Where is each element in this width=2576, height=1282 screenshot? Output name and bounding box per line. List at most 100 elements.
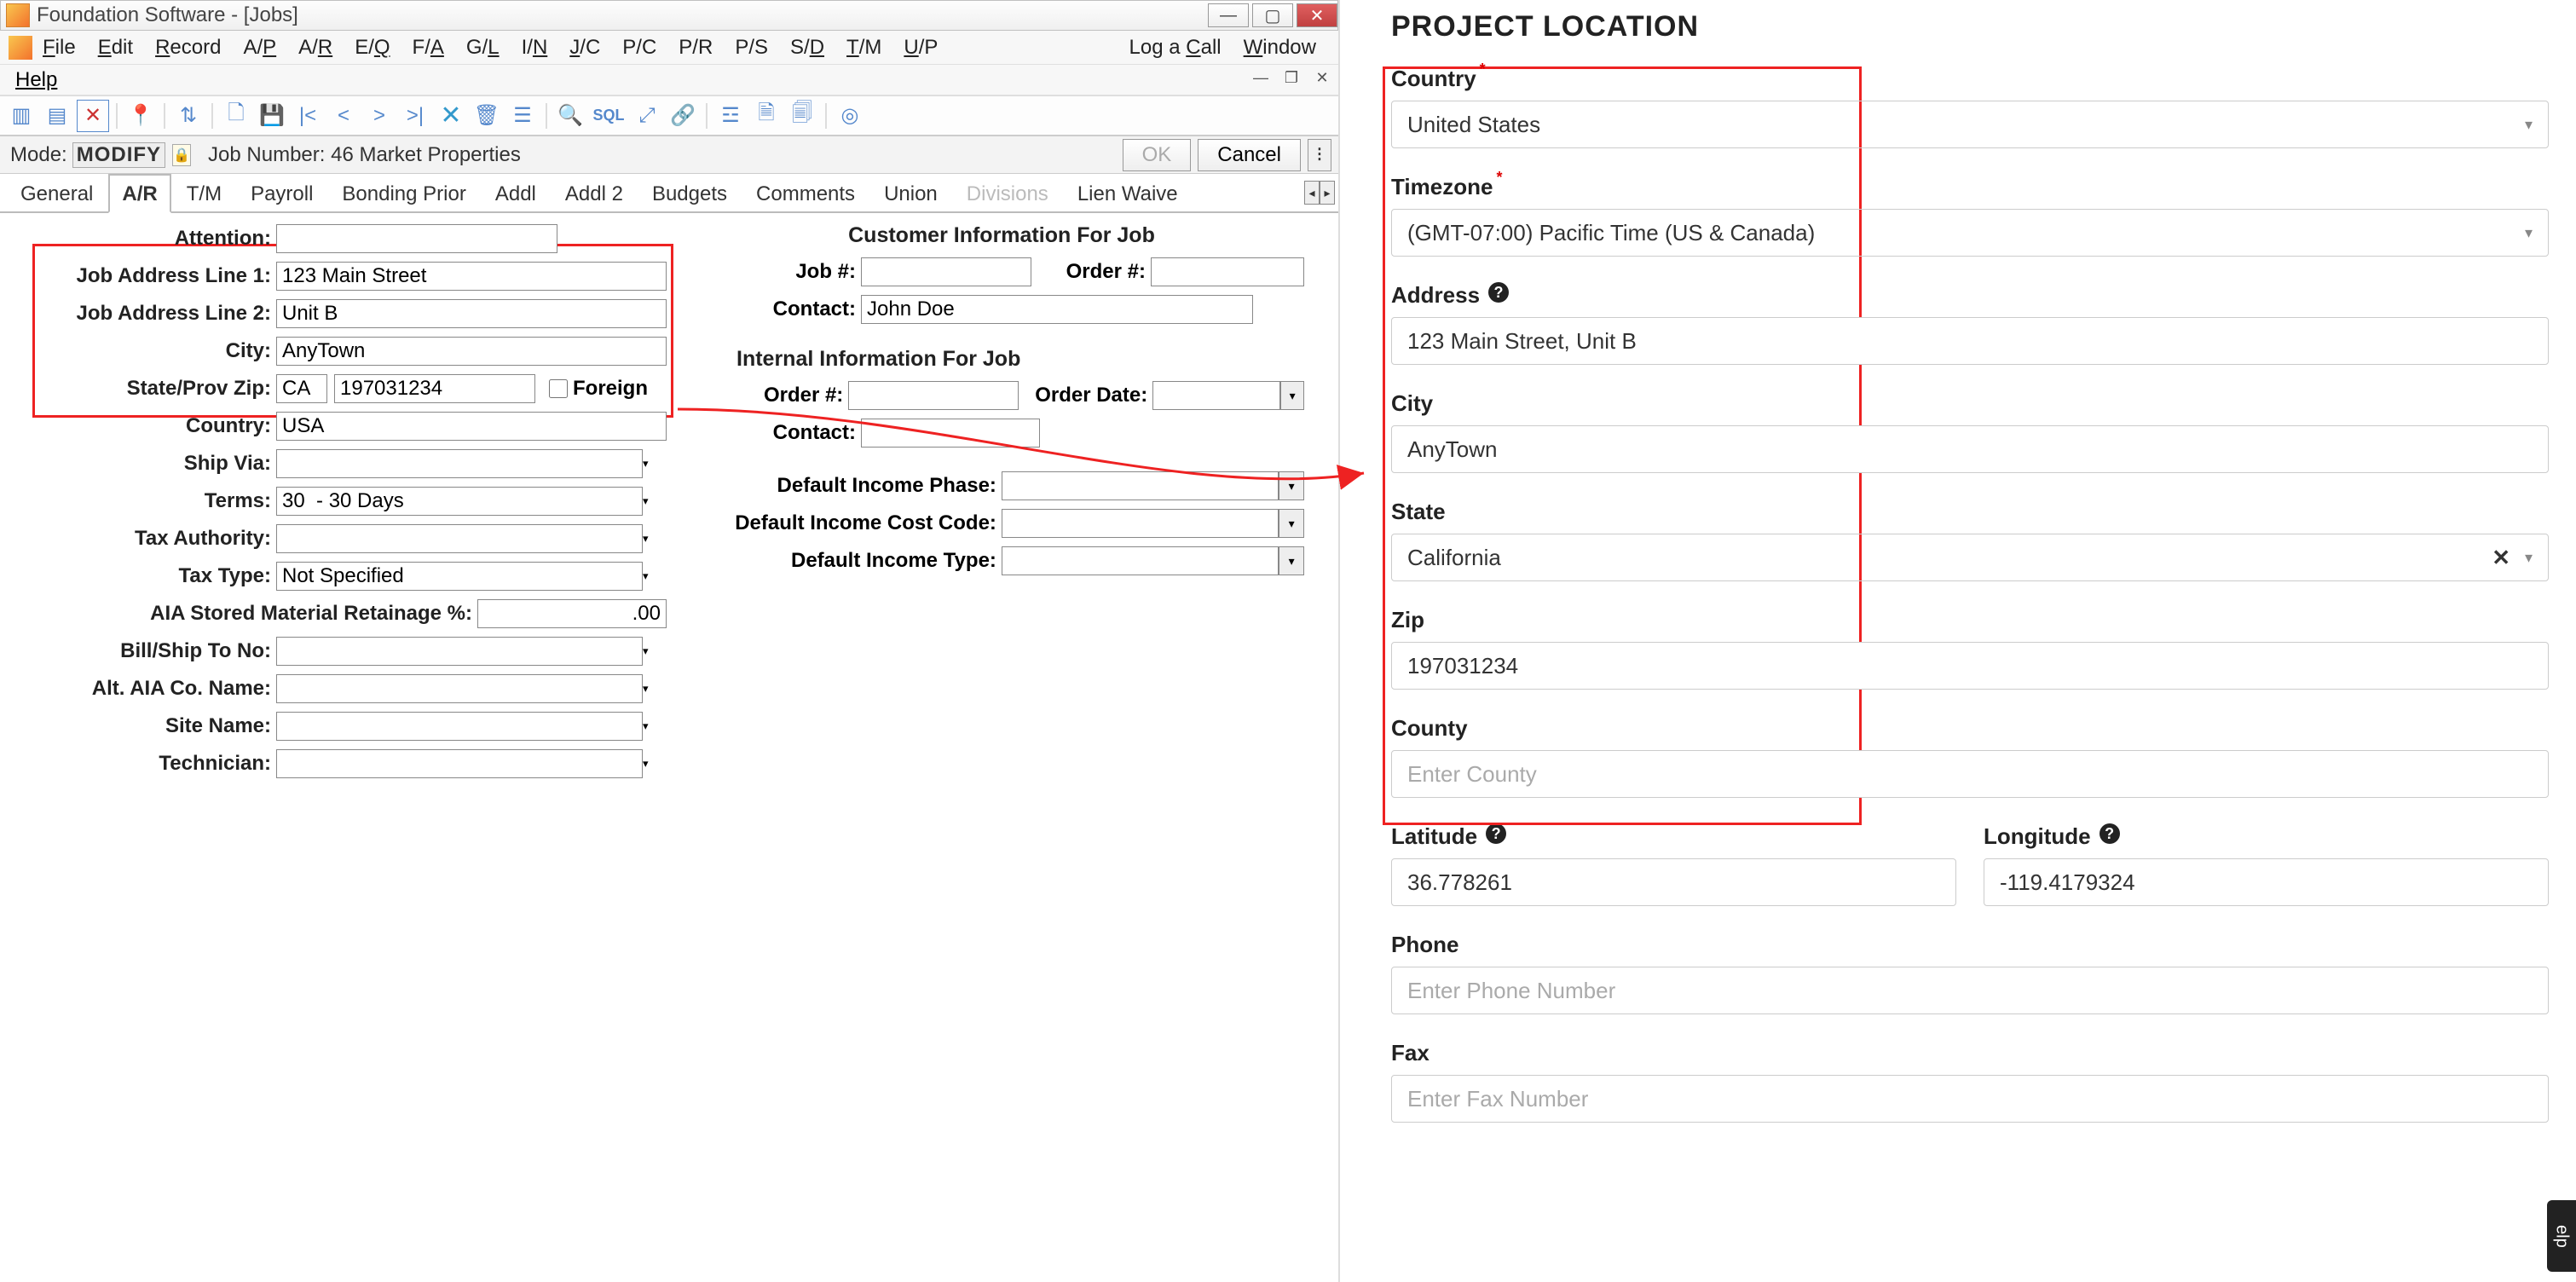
help-icon[interactable]: ?: [1486, 823, 1506, 844]
state-input[interactable]: [276, 374, 327, 403]
technician-dropdown-icon[interactable]: ▾: [643, 757, 649, 771]
help-side-tab[interactable]: elp: [2547, 1200, 2576, 1272]
tab-addl[interactable]: Addl: [482, 174, 550, 211]
menu-tm[interactable]: T/M: [846, 36, 881, 60]
tb-doc-icon[interactable]: 🗎: [750, 100, 783, 132]
int-ordernum-input[interactable]: [848, 381, 1019, 410]
tab-lien[interactable]: Lien Waive: [1064, 174, 1192, 211]
taxauth-input[interactable]: [276, 524, 643, 553]
tb-sql-button[interactable]: SQL: [590, 100, 627, 132]
child-restore-icon[interactable]: ❐: [1280, 68, 1302, 87]
address-input[interactable]: [1391, 317, 2549, 365]
fax-input[interactable]: [1391, 1075, 2549, 1123]
menu-in[interactable]: I/N: [522, 36, 548, 60]
billship-dropdown-icon[interactable]: ▾: [643, 644, 649, 658]
zip-input[interactable]: [334, 374, 535, 403]
orderdate-input[interactable]: [1152, 381, 1280, 410]
sitename-dropdown-icon[interactable]: ▾: [643, 719, 649, 733]
menu-file[interactable]: File: [43, 36, 76, 60]
menu-record[interactable]: Record: [155, 36, 221, 60]
tb-first-icon[interactable]: |<: [292, 100, 324, 132]
tab-general[interactable]: General: [7, 174, 107, 211]
tb-new-icon[interactable]: 🗋: [220, 100, 252, 132]
ordernum-input[interactable]: [1151, 257, 1304, 286]
tab-union[interactable]: Union: [870, 174, 951, 211]
di-phase-input[interactable]: [1002, 471, 1279, 500]
city-input[interactable]: [276, 337, 667, 366]
tb-trash-icon[interactable]: 🗑: [471, 100, 503, 132]
tab-budgets[interactable]: Budgets: [638, 174, 741, 211]
minimize-button[interactable]: —: [1208, 3, 1249, 27]
taxtype-dropdown-icon[interactable]: ▾: [643, 569, 649, 583]
terms-dropdown-icon[interactable]: ▾: [643, 494, 649, 508]
ok-button[interactable]: OK: [1123, 139, 1192, 171]
terms-input[interactable]: [276, 487, 643, 516]
shipvia-input[interactable]: [276, 449, 643, 478]
tb-doc2-icon[interactable]: 🗐: [786, 100, 818, 132]
cancel-button[interactable]: Cancel: [1198, 139, 1301, 171]
maximize-button[interactable]: ▢: [1252, 3, 1293, 27]
tb-delete-x-icon[interactable]: ✕: [435, 100, 467, 132]
tb-listview-icon[interactable]: ☲: [714, 100, 747, 132]
menu-ap[interactable]: A/P: [243, 36, 276, 60]
di-type-input[interactable]: [1002, 546, 1279, 575]
menu-edit[interactable]: Edit: [98, 36, 133, 60]
help-icon[interactable]: ?: [1488, 282, 1509, 303]
child-close-icon[interactable]: ✕: [1311, 68, 1333, 87]
menu-eq[interactable]: E/Q: [355, 36, 390, 60]
taxtype-input[interactable]: [276, 562, 643, 591]
tb-shrink-icon[interactable]: ⤢: [631, 100, 663, 132]
aia-input[interactable]: [477, 599, 667, 628]
tb-book-icon[interactable]: ▤: [41, 100, 73, 132]
county-input[interactable]: [1391, 750, 2549, 798]
tab-scroll-left-icon[interactable]: ◂: [1304, 181, 1320, 205]
tb-pin-icon[interactable]: 📍: [124, 100, 157, 132]
city-input[interactable]: [1391, 425, 2549, 473]
tb-last-icon[interactable]: >|: [399, 100, 431, 132]
clear-icon[interactable]: ✕: [2492, 545, 2510, 571]
phone-input[interactable]: [1391, 967, 2549, 1014]
taxauth-dropdown-icon[interactable]: ▾: [643, 532, 649, 546]
tb-prev-icon[interactable]: <: [327, 100, 360, 132]
tb-attach-icon[interactable]: 🔗: [667, 100, 699, 132]
tab-addl2[interactable]: Addl 2: [552, 174, 637, 211]
more-button[interactable]: ⁝: [1308, 139, 1331, 171]
longitude-input[interactable]: [1984, 858, 2549, 906]
billship-input[interactable]: [276, 637, 643, 666]
technician-input[interactable]: [276, 749, 643, 778]
menu-gl[interactable]: G/L: [466, 36, 500, 60]
menu-window[interactable]: Window: [1244, 36, 1316, 60]
tb-hierarchy-icon[interactable]: ⇅: [172, 100, 205, 132]
country-input[interactable]: [276, 412, 667, 441]
tab-ar[interactable]: A/R: [108, 174, 170, 213]
menu-ar[interactable]: A/R: [298, 36, 332, 60]
tb-next-icon[interactable]: >: [363, 100, 396, 132]
shipvia-dropdown-icon[interactable]: ▾: [643, 457, 649, 471]
menu-jc[interactable]: J/C: [569, 36, 600, 60]
tb-save-icon[interactable]: 💾: [256, 100, 288, 132]
child-minimize-icon[interactable]: —: [1250, 68, 1272, 87]
addr1-input[interactable]: [276, 262, 667, 291]
tab-tm[interactable]: T/M: [173, 174, 235, 211]
menu-help[interactable]: Help: [15, 68, 57, 92]
menu-up[interactable]: U/P: [904, 36, 938, 60]
addr2-input[interactable]: [276, 299, 667, 328]
tb-close-icon[interactable]: ✕: [77, 100, 109, 132]
tb-list-icon[interactable]: ☰: [506, 100, 539, 132]
orderdate-dropdown-icon[interactable]: ▾: [1280, 381, 1304, 410]
timezone-select[interactable]: (GMT-07:00) Pacific Time (US & Canada): [1391, 209, 2549, 257]
sitename-input[interactable]: [276, 712, 643, 741]
close-button[interactable]: ✕: [1297, 3, 1337, 27]
tab-bonding[interactable]: Bonding Prior: [328, 174, 479, 211]
help-icon[interactable]: ?: [2099, 823, 2120, 844]
country-select[interactable]: United States: [1391, 101, 2549, 148]
menu-pc[interactable]: P/C: [622, 36, 656, 60]
di-cost-input[interactable]: [1002, 509, 1279, 538]
zip-input[interactable]: [1391, 642, 2549, 690]
latitude-input[interactable]: [1391, 858, 1956, 906]
altaia-input[interactable]: [276, 674, 643, 703]
contact-input[interactable]: [861, 295, 1253, 324]
di-phase-dropdown-icon[interactable]: ▾: [1279, 471, 1304, 500]
state-select[interactable]: California✕: [1391, 534, 2549, 581]
menu-sd[interactable]: S/D: [790, 36, 824, 60]
